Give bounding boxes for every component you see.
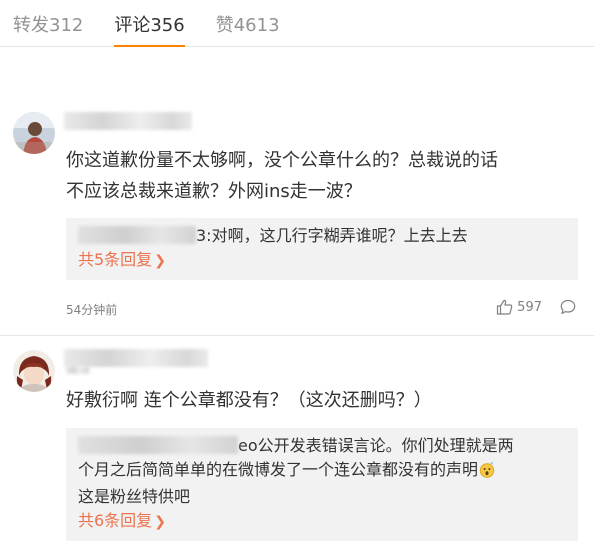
tab-comments[interactable]: 评论356 [114, 0, 186, 47]
reply-text-line: 这是粉丝特供吧 [78, 487, 191, 506]
more-replies-link[interactable]: 共6条回复 ❯ [78, 509, 166, 534]
tab-bar: 转发312 评论356 赞4613 [0, 0, 594, 47]
reply-text-line: eo公开发表错误言论。你们处理就是两 [238, 436, 514, 455]
username-blurred-extension [66, 366, 90, 374]
avatar[interactable] [13, 112, 55, 154]
like-button[interactable]: 597 [496, 299, 542, 315]
comment-text: 好敷衍啊 连个公章都没有？（这次还删吗？） [66, 385, 586, 416]
tab-repost[interactable]: 转发312 [13, 0, 83, 36]
reply-box: 3:对啊，这几行字糊弄谁呢？上去上去 共5条回复 ❯ [66, 218, 578, 280]
comment-icon[interactable] [560, 299, 576, 315]
avatar[interactable] [13, 350, 55, 392]
comment-time: 54分钟前 [66, 303, 118, 317]
more-replies-link[interactable]: 共5条回复 ❯ [78, 248, 166, 273]
comment-actions: 597 [496, 299, 576, 315]
reply-text-line: 个月之后简简单单的在微博发了一个连公章都没有的声明 [78, 460, 479, 479]
more-replies-label: 共5条回复 [78, 250, 153, 269]
comment-text-line: 好敷衍啊 连个公章都没有？（这次还删吗？） [66, 390, 432, 411]
comment-text-line: 你这道歉份量不太够啊，没个公章什么的？总裁说的话 [66, 150, 498, 171]
reply-text: 3:对啊，这几行字糊弄谁呢？上去上去 [196, 226, 468, 245]
reply-item: 3:对啊，这几行字糊弄谁呢？上去上去 [78, 224, 568, 248]
chevron-right-icon: ❯ [154, 514, 166, 530]
username-blurred[interactable] [64, 349, 208, 367]
shocked-emoji-icon [479, 461, 495, 485]
tab-likes[interactable]: 赞4613 [216, 0, 280, 36]
comment-text: 你这道歉份量不太够啊，没个公章什么的？总裁说的话 不应该总裁来道歉？外网ins走… [66, 145, 586, 207]
username-blurred[interactable] [64, 112, 192, 130]
chevron-right-icon: ❯ [154, 253, 166, 269]
reply-box: eo公开发表错误言论。你们处理就是两 个月之后简简单单的在微博发了一个连公章都没… [66, 428, 578, 541]
like-count: 597 [517, 299, 542, 315]
comment-text-line: 不应该总裁来道歉？外网ins走一波？ [66, 181, 362, 202]
reply-username-blurred[interactable] [78, 226, 196, 244]
thumb-up-icon [496, 299, 513, 315]
divider [0, 335, 594, 336]
reply-item: eo公开发表错误言论。你们处理就是两 个月之后简简单单的在微博发了一个连公章都没… [78, 434, 568, 509]
more-replies-label: 共6条回复 [78, 511, 153, 530]
reply-username-blurred[interactable] [78, 436, 238, 454]
